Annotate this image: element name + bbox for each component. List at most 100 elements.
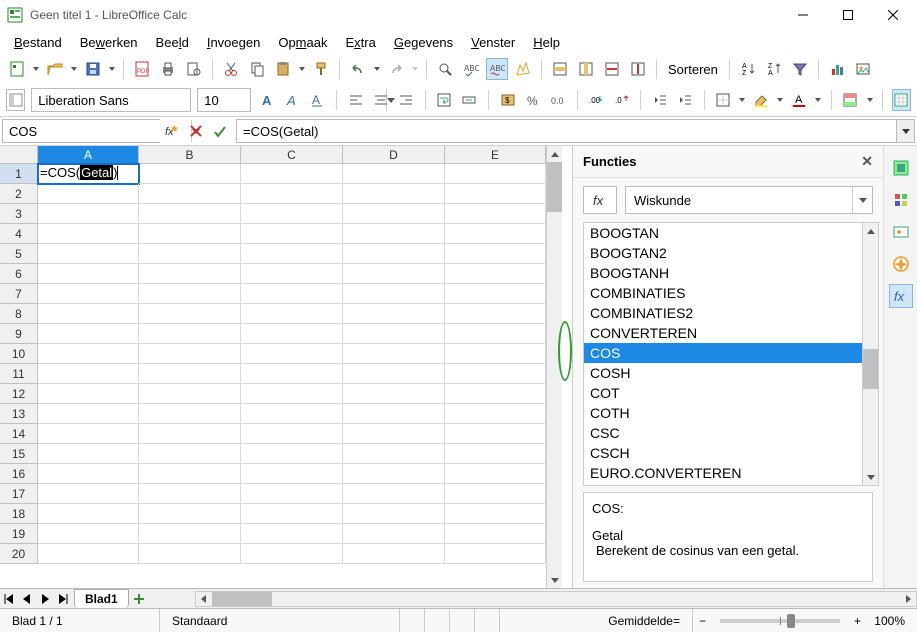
minimize-button[interactable] xyxy=(780,1,825,29)
cell[interactable] xyxy=(241,224,343,244)
cell[interactable] xyxy=(241,524,343,544)
row-header[interactable]: 18 xyxy=(0,504,38,524)
status-style[interactable]: Standaard xyxy=(160,609,400,632)
row-header[interactable]: 11 xyxy=(0,364,38,384)
autoinput-icon[interactable] xyxy=(512,58,534,80)
status-insert-mode[interactable] xyxy=(400,609,425,632)
cell[interactable] xyxy=(343,484,445,504)
zoom-thumb[interactable] xyxy=(787,614,795,628)
hscroll-left-icon[interactable] xyxy=(196,592,212,606)
list-scrollbar[interactable] xyxy=(862,223,878,485)
cell[interactable] xyxy=(343,244,445,264)
hscroll-thumb[interactable] xyxy=(212,592,272,606)
cell[interactable] xyxy=(139,464,241,484)
cell[interactable] xyxy=(343,524,445,544)
sheet-tab[interactable]: Blad1 xyxy=(74,589,129,608)
undo-icon[interactable] xyxy=(347,58,369,80)
delete-col-icon[interactable] xyxy=(627,58,649,80)
function-item[interactable]: EVEN xyxy=(584,483,862,485)
cell[interactable] xyxy=(445,364,546,384)
cell[interactable] xyxy=(38,204,139,224)
bg-color-icon[interactable] xyxy=(752,89,771,111)
clone-format-icon[interactable] xyxy=(310,58,332,80)
cell[interactable] xyxy=(343,544,445,564)
column-header-D[interactable]: D xyxy=(343,146,445,164)
cell[interactable] xyxy=(241,404,343,424)
tab-next-icon[interactable] xyxy=(36,590,54,608)
zoom-percent[interactable]: 100% xyxy=(867,609,917,632)
align-left-icon[interactable] xyxy=(346,89,365,111)
align-center-icon[interactable] xyxy=(371,89,390,111)
conditional-dropdown[interactable] xyxy=(866,98,873,102)
cell[interactable] xyxy=(343,164,445,184)
cell[interactable] xyxy=(343,444,445,464)
cell[interactable] xyxy=(445,164,546,184)
cell[interactable] xyxy=(343,184,445,204)
category-dropdown[interactable] xyxy=(852,187,872,213)
formula-expand-icon[interactable] xyxy=(896,120,914,142)
status-selection-mode[interactable] xyxy=(425,609,450,632)
function-item[interactable]: BOOGTANH xyxy=(584,263,862,283)
borders-icon[interactable] xyxy=(713,89,732,111)
cell[interactable] xyxy=(139,504,241,524)
cell[interactable] xyxy=(445,524,546,544)
insert-function-icon[interactable]: fx xyxy=(583,186,617,214)
italic-icon[interactable]: A xyxy=(283,89,302,111)
cell[interactable] xyxy=(139,304,241,324)
align-right-icon[interactable] xyxy=(396,89,415,111)
select-all-corner[interactable] xyxy=(0,146,38,164)
cell[interactable] xyxy=(445,264,546,284)
cell[interactable] xyxy=(241,164,343,184)
scroll-down-icon[interactable] xyxy=(547,572,562,588)
export-pdf-icon[interactable]: PDF xyxy=(131,58,153,80)
cell[interactable] xyxy=(38,304,139,324)
find-icon[interactable] xyxy=(434,58,456,80)
delete-row-icon[interactable] xyxy=(601,58,623,80)
menu-invoegen[interactable]: Invoegen xyxy=(199,33,269,52)
cell[interactable] xyxy=(445,504,546,524)
cell[interactable] xyxy=(445,224,546,244)
row-header[interactable]: 3 xyxy=(0,204,38,224)
zoom-in-icon[interactable]: + xyxy=(848,614,867,628)
cell[interactable] xyxy=(445,464,546,484)
close-button[interactable] xyxy=(870,1,915,29)
cancel-icon[interactable] xyxy=(184,119,208,143)
font-name-input[interactable] xyxy=(32,89,220,111)
redo-icon[interactable] xyxy=(385,58,407,80)
function-item[interactable]: CSCH xyxy=(584,443,862,463)
cell[interactable] xyxy=(139,324,241,344)
cell[interactable] xyxy=(139,224,241,244)
cell[interactable] xyxy=(139,204,241,224)
tab-last-icon[interactable] xyxy=(54,590,72,608)
cell[interactable] xyxy=(343,324,445,344)
merge-icon[interactable] xyxy=(460,89,479,111)
cell[interactable] xyxy=(241,424,343,444)
cell[interactable] xyxy=(241,264,343,284)
cell[interactable] xyxy=(241,484,343,504)
cell[interactable] xyxy=(445,384,546,404)
save-icon[interactable] xyxy=(82,58,104,80)
cell[interactable] xyxy=(241,284,343,304)
tab-first-icon[interactable] xyxy=(0,590,18,608)
chart-icon[interactable] xyxy=(826,58,848,80)
name-box[interactable] xyxy=(2,119,160,143)
function-item[interactable]: COSH xyxy=(584,363,862,383)
splitter[interactable] xyxy=(562,146,572,588)
row-header[interactable]: 6 xyxy=(0,264,38,284)
cell[interactable] xyxy=(343,284,445,304)
scroll-up-icon[interactable] xyxy=(547,146,562,162)
font-color-dropdown[interactable] xyxy=(815,98,822,102)
cell[interactable] xyxy=(343,424,445,444)
cell[interactable] xyxy=(38,484,139,504)
formula-input[interactable] xyxy=(237,124,896,139)
cell[interactable] xyxy=(38,524,139,544)
scroll-thumb[interactable] xyxy=(547,162,562,212)
status-sheet[interactable]: Blad 1 / 1 xyxy=(0,609,160,632)
dec-inc-icon[interactable]: .00 xyxy=(587,89,606,111)
menu-bewerken[interactable]: Bewerken xyxy=(72,33,146,52)
cell[interactable] xyxy=(241,244,343,264)
currency-icon[interactable]: $ xyxy=(498,89,517,111)
spelling-icon[interactable]: ABC xyxy=(460,58,482,80)
cell[interactable] xyxy=(38,404,139,424)
open-icon[interactable] xyxy=(44,58,66,80)
